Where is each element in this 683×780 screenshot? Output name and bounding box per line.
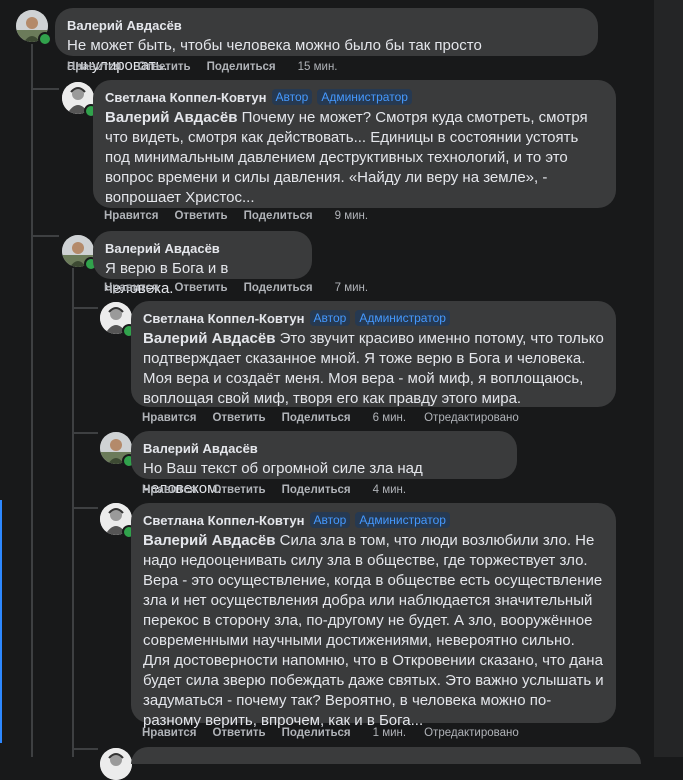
comment-actions: Нравится Ответить Поделиться 6 мин. Отре…	[142, 412, 519, 424]
like-button[interactable]: Нравится	[104, 282, 158, 294]
comment-timestamp[interactable]: 9 мин.	[335, 210, 368, 222]
comment-text: Валерий Авдасёв Почему не может? Смотря …	[105, 108, 604, 208]
comment-timestamp[interactable]: 15 мин.	[298, 61, 338, 73]
edited-label[interactable]: Отредактировано	[424, 727, 519, 739]
reply-button[interactable]: Ответить	[137, 61, 190, 73]
author-badge: Автор	[309, 512, 351, 528]
thread-branch	[72, 307, 98, 309]
thread-line	[72, 268, 74, 757]
thread-line	[31, 44, 33, 757]
like-button[interactable]: Нравится	[142, 484, 196, 496]
comment-author[interactable]: Валерий Авдасёв	[105, 241, 220, 256]
mention-link[interactable]: Валерий Авдасёв	[105, 109, 237, 126]
comment-actions: Нравится Ответить Поделиться 15 мин.	[67, 61, 338, 73]
comment-bubble	[131, 747, 641, 764]
comment-bubble: Светлана Коппел-Ковтун Автор Администрат…	[131, 503, 616, 729]
like-button[interactable]: Нравится	[142, 727, 196, 739]
share-button[interactable]: Поделиться	[207, 61, 276, 73]
comment-author[interactable]: Светлана Коппел-Ковтун	[105, 90, 267, 105]
online-status-dot	[38, 32, 52, 46]
thread-branch	[72, 507, 98, 509]
reply-button[interactable]: Ответить	[212, 727, 265, 739]
thread-branch	[31, 235, 59, 237]
share-button[interactable]: Поделиться	[282, 412, 351, 424]
comment-bubble: Светлана Коппел-Ковтун Автор Администрат…	[131, 301, 616, 407]
thread-branch	[72, 748, 98, 750]
edited-label[interactable]: Отредактировано	[424, 412, 519, 424]
admin-badge: Администратор	[317, 89, 412, 105]
avatar[interactable]	[100, 748, 132, 780]
comment-actions: Нравится Ответить Поделиться 4 мин.	[142, 484, 406, 496]
comment-text: Валерий Авдасёв Сила зла в том, что люди…	[143, 531, 604, 731]
comment-timestamp[interactable]: 6 мин.	[373, 412, 406, 424]
comment-body: Сила зла в том, что люди возлюбили зло. …	[143, 532, 604, 729]
comment-actions: Нравится Ответить Поделиться 1 мин. Отре…	[142, 727, 519, 739]
share-button[interactable]: Поделиться	[244, 210, 313, 222]
author-badge: Автор	[271, 89, 313, 105]
author-badge: Автор	[309, 310, 351, 326]
reply-button[interactable]: Ответить	[212, 412, 265, 424]
comment-text: Валерий Авдасёв Это звучит красиво именн…	[143, 329, 604, 409]
like-button[interactable]: Нравится	[67, 61, 121, 73]
thread-branch	[72, 432, 98, 434]
reply-button[interactable]: Ответить	[174, 210, 227, 222]
share-button[interactable]: Поделиться	[244, 282, 313, 294]
like-button[interactable]: Нравится	[104, 210, 158, 222]
reply-button[interactable]: Ответить	[212, 484, 265, 496]
page-scroll-strip	[654, 0, 683, 757]
comment-timestamp[interactable]: 7 мин.	[335, 282, 368, 294]
like-button[interactable]: Нравится	[142, 412, 196, 424]
comment-timestamp[interactable]: 4 мин.	[373, 484, 406, 496]
comment-bubble: Валерий Авдасёв Но Ваш текст об огромной…	[131, 431, 517, 497]
admin-badge: Администратор	[355, 512, 450, 528]
comment-actions: Нравится Ответить Поделиться 9 мин.	[104, 210, 368, 222]
comment-author[interactable]: Светлана Коппел-Ковтун	[143, 311, 305, 326]
share-button[interactable]: Поделиться	[282, 727, 351, 739]
reply-button[interactable]: Ответить	[174, 282, 227, 294]
comment-author[interactable]: Валерий Авдасёв	[67, 18, 182, 33]
comment-bubble: Светлана Коппел-Ковтун Автор Администрат…	[93, 80, 616, 208]
mention-link[interactable]: Валерий Авдасёв	[143, 532, 275, 549]
mention-link[interactable]: Валерий Авдасёв	[143, 330, 275, 347]
comment-author[interactable]: Светлана Коппел-Ковтун	[143, 513, 305, 528]
comment-bubble: Валерий Авдасёв Я верю в Бога и в челове…	[93, 231, 312, 297]
thread-branch	[31, 88, 59, 90]
comment-timestamp[interactable]: 1 мин.	[373, 727, 406, 739]
share-button[interactable]: Поделиться	[282, 484, 351, 496]
comment-bubble: Валерий Авдасёв Не может быть, чтобы чел…	[55, 8, 598, 74]
comment-actions: Нравится Ответить Поделиться 7 мин.	[104, 282, 368, 294]
admin-badge: Администратор	[355, 310, 450, 326]
focus-accent-bar	[0, 500, 2, 743]
comment-author[interactable]: Валерий Авдасёв	[143, 441, 258, 456]
